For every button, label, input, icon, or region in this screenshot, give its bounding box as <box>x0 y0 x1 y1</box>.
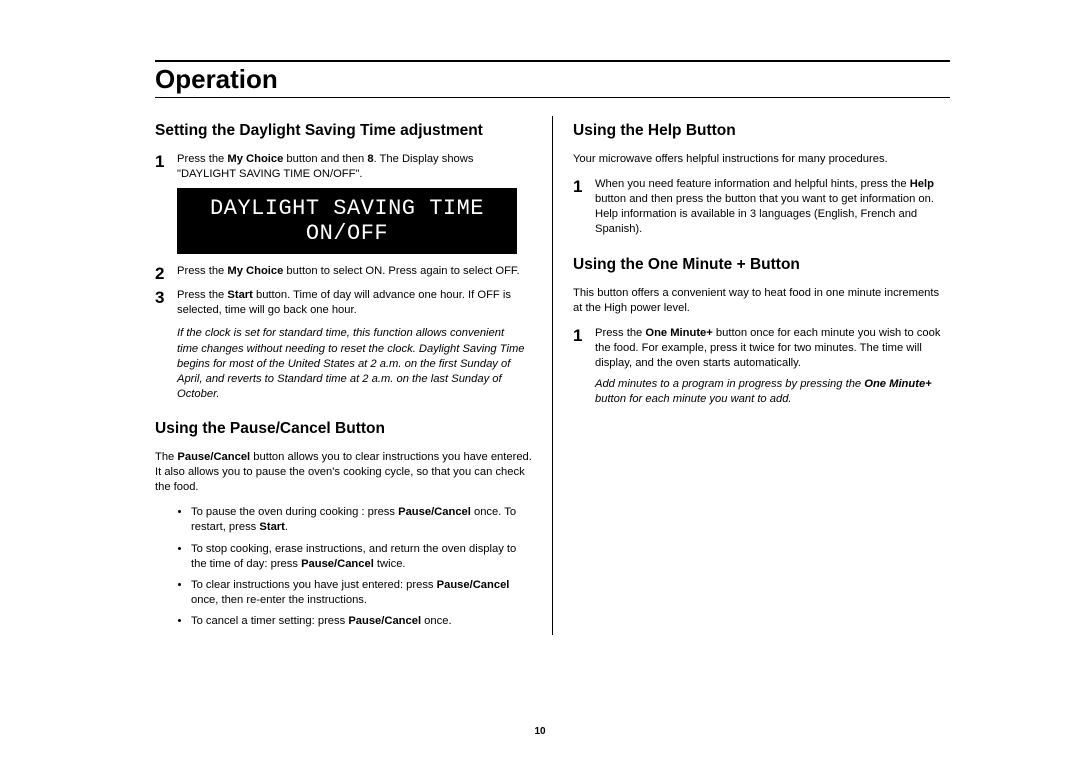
step-body: Press the One Minute+ button once for ea… <box>595 326 950 371</box>
section-help-title: Using the Help Button <box>573 122 950 140</box>
left-column: Setting the Daylight Saving Time adjustm… <box>155 116 552 635</box>
help-intro: Your microwave offers helpful instructio… <box>573 152 950 167</box>
title-underline <box>155 97 950 98</box>
page-number: 10 <box>0 726 1080 737</box>
dst-note: If the clock is set for standard time, t… <box>155 326 532 402</box>
step-number: 2 <box>155 264 177 282</box>
oneminute-intro: This button offers a convenient way to h… <box>573 286 950 316</box>
step-body: Press the My Choice button to select ON.… <box>177 264 520 282</box>
step-number: 1 <box>573 177 595 237</box>
pause-bullets: To pause the oven during cooking : press… <box>155 505 532 629</box>
step-body: Press the My Choice button and then 8. T… <box>177 152 532 182</box>
microwave-display: DAYLIGHT SAVING TIME ON/OFF <box>177 188 517 254</box>
page-title: Operation <box>155 64 950 95</box>
dst-step-1: 1 Press the My Choice button and then 8.… <box>155 152 532 182</box>
content-columns: Setting the Daylight Saving Time adjustm… <box>155 116 950 635</box>
list-item: To clear instructions you have just ente… <box>191 578 532 608</box>
oneminute-note: Add minutes to a program in progress by … <box>573 377 950 407</box>
oneminute-step-1: 1 Press the One Minute+ button once for … <box>573 326 950 371</box>
step-body: When you need feature information and he… <box>595 177 950 237</box>
list-item: To pause the oven during cooking : press… <box>191 505 532 535</box>
step-number: 3 <box>155 288 177 318</box>
list-item: To cancel a timer setting: press Pause/C… <box>191 614 532 629</box>
list-item: To stop cooking, erase instructions, and… <box>191 542 532 572</box>
step-number: 1 <box>573 326 595 371</box>
right-column: Using the Help Button Your microwave off… <box>552 116 950 635</box>
help-step-1: 1 When you need feature information and … <box>573 177 950 237</box>
section-dst-title: Setting the Daylight Saving Time adjustm… <box>155 122 532 140</box>
dst-step-2: 2 Press the My Choice button to select O… <box>155 264 532 282</box>
step-body: Press the Start button. Time of day will… <box>177 288 532 318</box>
step-number: 1 <box>155 152 177 182</box>
section-pause-title: Using the Pause/Cancel Button <box>155 420 532 438</box>
pause-intro: The Pause/Cancel button allows you to cl… <box>155 450 532 495</box>
section-oneminute-title: Using the One Minute + Button <box>573 256 950 274</box>
top-rule <box>155 60 950 62</box>
dst-step-3: 3 Press the Start button. Time of day wi… <box>155 288 532 318</box>
